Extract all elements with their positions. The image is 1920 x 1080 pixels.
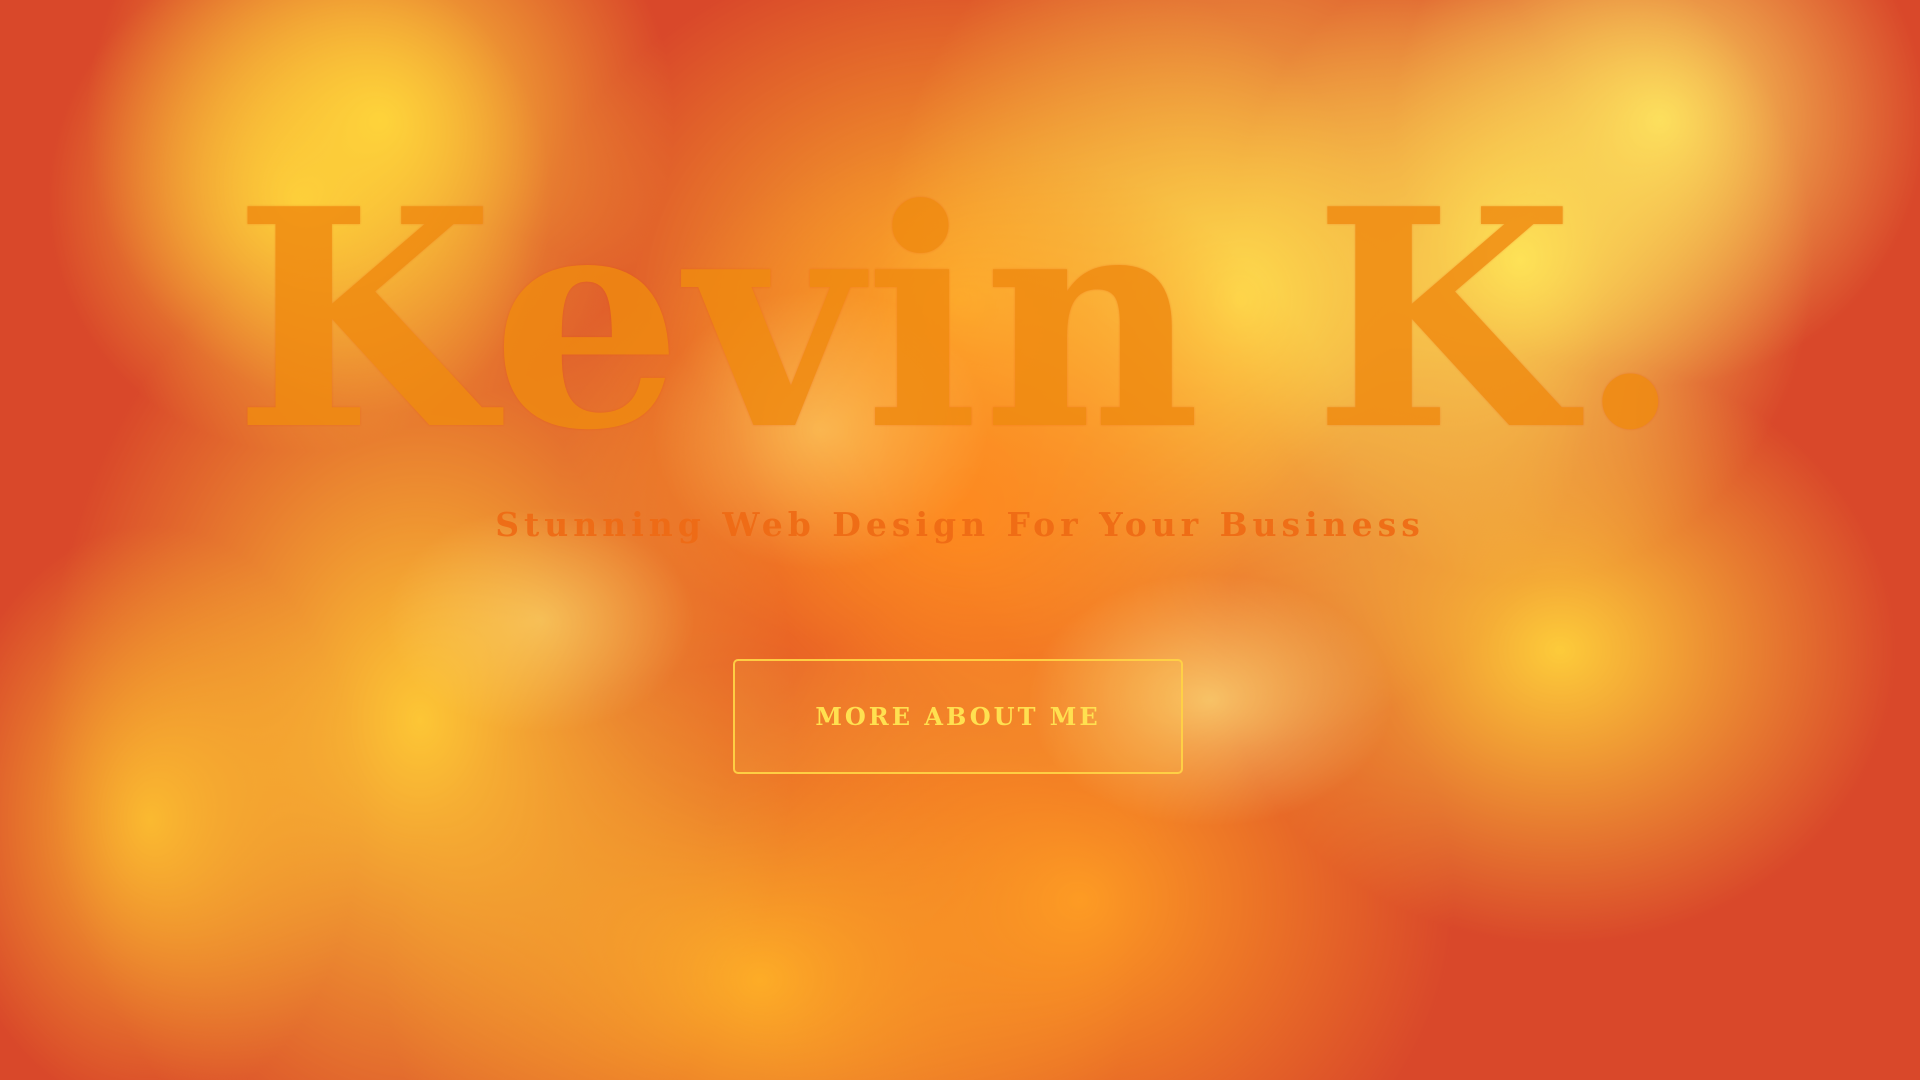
hero-title: Kevin K. — [233, 143, 1687, 496]
hero-tagline: Stunning Web Design For Your Business — [495, 505, 1425, 544]
hero-section: Kevin K. Stunning Web Design For Your Bu… — [0, 0, 1920, 1080]
more-about-me-button[interactable]: MORE ABOUT ME — [733, 659, 1183, 774]
more-about-me-label: MORE ABOUT ME — [815, 702, 1101, 731]
